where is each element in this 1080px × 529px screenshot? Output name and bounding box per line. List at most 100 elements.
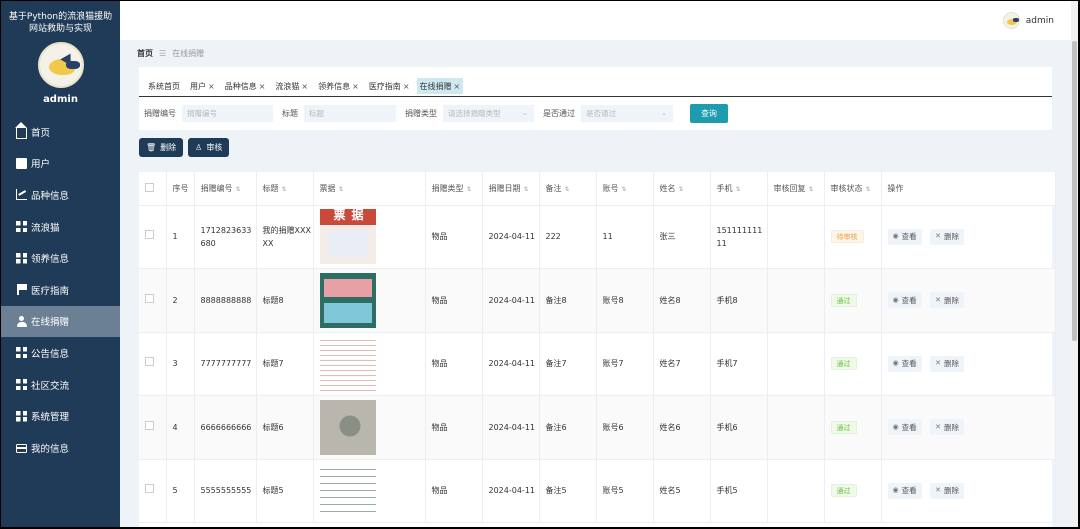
cell-account: 11 xyxy=(596,205,654,269)
view-button[interactable]: ◉ 查看 xyxy=(887,228,922,245)
sidebar-item-profile[interactable]: 我的信息 xyxy=(1,432,120,464)
approved-select[interactable]: 是否通过 ⌄ xyxy=(581,105,673,122)
sidebar-item-notices[interactable]: 公告信息 xyxy=(1,337,120,369)
cell-account: 账号6 xyxy=(596,395,654,460)
page-scrollbar[interactable] xyxy=(1071,1,1078,527)
main-content: 首页 ☰ 在线捐赠 系统首页 用户 × 品种信息 × 流浪猫 × 领养信息 × 医疗指南… xyxy=(120,40,1078,527)
delete-button[interactable]: ✕ 删除 xyxy=(930,292,965,309)
row-checkbox[interactable] xyxy=(139,332,167,396)
close-icon: ✕ xyxy=(935,359,942,368)
column-header[interactable]: 捐赠编号 ⇅ xyxy=(194,172,257,206)
select-all-checkbox[interactable] xyxy=(139,172,167,206)
breadcrumb-home[interactable]: 首页 xyxy=(137,48,153,59)
delete-button[interactable]: ✕ 删除 xyxy=(930,355,965,372)
sidebar-item-donation[interactable]: 在线捐赠 xyxy=(1,305,120,338)
tab-users[interactable]: 用户 × xyxy=(187,78,218,94)
sidebar-item-users[interactable]: 用户 xyxy=(1,148,120,180)
cell-actions: ◉ 查看 ✕ 删除 xyxy=(881,395,1056,460)
receipt-thumbnail[interactable] xyxy=(319,399,376,455)
receipt-thumbnail[interactable] xyxy=(319,463,376,519)
tab-donation[interactable]: 在线捐赠 × xyxy=(416,78,464,94)
column-header[interactable]: 手机 ⇅ xyxy=(710,172,768,206)
table-row: 5 5555555555 标题5 物品 2024-04-11 备注5 账号5 姓… xyxy=(139,459,1056,523)
column-header[interactable]: 账号 ⇅ xyxy=(596,172,654,206)
cell-name: 姓名8 xyxy=(653,268,711,333)
audit-button[interactable]: ♙ 审核 xyxy=(188,138,230,157)
sort-icon: ⇅ xyxy=(466,185,472,193)
cell-note: 备注8 xyxy=(539,268,597,333)
cell-receipt[interactable] xyxy=(313,459,426,523)
sort-icon: ⇅ xyxy=(621,185,627,193)
tab-stray-cats[interactable]: 流浪猫 × xyxy=(272,78,311,94)
view-button[interactable]: ◉ 查看 xyxy=(887,419,922,436)
column-header[interactable]: 捐赠类型 ⇅ xyxy=(425,172,483,206)
cell-title: 标题6 xyxy=(256,395,314,460)
cell-donation-id: 7777777777 xyxy=(194,332,257,396)
cell-actions: ◉ 查看 ✕ 删除 xyxy=(881,332,1056,396)
search-form: 捐赠编号 捐赠编号 标题 标题 捐赠类型 请选择捐赠类型 ⌄ 是否通过 是否通过 ⌄… xyxy=(139,97,1052,130)
close-icon[interactable]: × xyxy=(403,82,410,91)
tab-breeds[interactable]: 品种信息 × xyxy=(222,78,269,94)
scroll-thumb[interactable] xyxy=(1072,41,1077,341)
cell-index: 2 xyxy=(166,268,195,333)
close-icon: ✕ xyxy=(935,232,942,241)
cell-status: 通过 xyxy=(824,268,882,333)
cell-title: 标题7 xyxy=(256,332,314,396)
close-icon[interactable]: × xyxy=(301,82,308,91)
close-icon[interactable]: × xyxy=(259,82,266,91)
view-button[interactable]: ◉ 查看 xyxy=(887,292,922,309)
donation-id-input[interactable]: 捐赠编号 xyxy=(182,105,273,122)
delete-button[interactable]: ✕ 删除 xyxy=(930,419,965,436)
close-icon[interactable]: × xyxy=(454,82,461,91)
sidebar-item-medical[interactable]: 医疗指南 xyxy=(1,274,120,306)
approved-label: 是否通过 xyxy=(543,109,575,118)
query-button[interactable]: 查询 xyxy=(690,104,728,123)
row-checkbox[interactable] xyxy=(139,459,167,523)
title-label: 标题 xyxy=(282,109,298,118)
column-header[interactable]: 捐赠日期 ⇅ xyxy=(482,172,540,206)
donation-type-select[interactable]: 请选择捐赠类型 ⌄ xyxy=(443,105,534,122)
row-checkbox[interactable] xyxy=(139,268,167,333)
sidebar-item-stray-cats[interactable]: 流浪猫 xyxy=(1,211,120,243)
tab-adoption[interactable]: 领养信息 × xyxy=(315,78,362,94)
row-checkbox[interactable] xyxy=(139,205,167,269)
cell-receipt[interactable]: 票据 xyxy=(313,205,426,269)
receipt-thumbnail[interactable] xyxy=(319,336,376,392)
tab-medical[interactable]: 医疗指南 × xyxy=(366,78,413,94)
sidebar-item-label: 在线捐赠 xyxy=(31,317,70,329)
delete-button[interactable]: ✕ 删除 xyxy=(930,228,965,245)
cell-reply xyxy=(767,332,825,396)
cell-note: 备注7 xyxy=(539,332,597,396)
user-icon xyxy=(16,315,27,327)
sidebar-item-breeds[interactable]: 品种信息 xyxy=(1,179,120,211)
close-icon[interactable]: × xyxy=(208,82,215,91)
column-header[interactable]: 票据 ⇅ xyxy=(313,172,426,206)
cell-reply xyxy=(767,395,825,460)
cell-type: 物品 xyxy=(425,332,483,396)
column-header[interactable]: 审核状态 ⇅ xyxy=(824,172,882,206)
close-icon[interactable]: × xyxy=(352,82,359,91)
batch-delete-button[interactable]: 🗑 删除 xyxy=(139,138,184,157)
sidebar-item-adoption[interactable]: 领养信息 xyxy=(1,242,120,274)
sidebar-item-community[interactable]: 社区交流 xyxy=(1,369,120,401)
column-header[interactable]: 姓名 ⇅ xyxy=(653,172,711,206)
cell-receipt[interactable] xyxy=(313,332,426,396)
delete-button[interactable]: ✕ 删除 xyxy=(930,482,965,499)
sidebar-item-home[interactable]: 首页 xyxy=(1,116,120,148)
view-button[interactable]: ◉ 查看 xyxy=(887,355,922,372)
tab-home[interactable]: 系统首页 xyxy=(145,78,183,94)
cell-receipt[interactable] xyxy=(313,395,426,460)
receipt-thumbnail[interactable] xyxy=(319,272,376,328)
column-header[interactable]: 备注 ⇅ xyxy=(539,172,597,206)
column-header[interactable]: 标题 ⇅ xyxy=(256,172,314,206)
sidebar-item-system[interactable]: 系统管理 xyxy=(1,400,120,432)
row-checkbox[interactable] xyxy=(139,395,167,460)
cell-account: 账号7 xyxy=(596,332,654,396)
cell-index: 1 xyxy=(166,205,195,269)
column-header[interactable]: 审核回复 ⇅ xyxy=(767,172,825,206)
receipt-thumbnail[interactable]: 票据 xyxy=(319,209,376,265)
cell-receipt[interactable] xyxy=(313,268,426,333)
view-button[interactable]: ◉ 查看 xyxy=(887,482,922,499)
user-menu[interactable]: admin xyxy=(1002,12,1054,29)
title-input[interactable]: 标题 xyxy=(304,105,396,122)
